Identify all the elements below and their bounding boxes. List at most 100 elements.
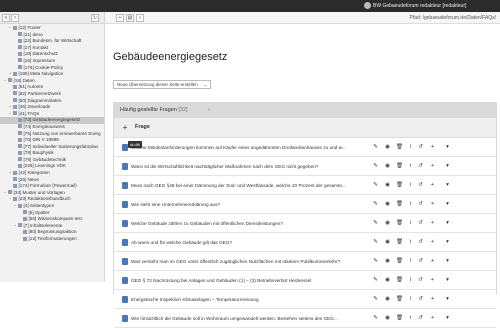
- info-icon[interactable]: i: [407, 277, 414, 284]
- info-icon[interactable]: i: [407, 258, 414, 265]
- add-record-icon[interactable]: +: [120, 123, 130, 133]
- tree-item[interactable]: [77] Individueller Sanierungsfahrplan: [0, 144, 104, 151]
- refresh-icon[interactable]: ↻: [91, 14, 99, 22]
- history-icon[interactable]: ↺: [417, 315, 424, 322]
- info-icon[interactable]: i: [407, 163, 414, 170]
- tree-item[interactable]: [5] Spalter: [0, 210, 104, 217]
- add-icon[interactable]: +: [429, 315, 436, 322]
- history-icon[interactable]: ↺: [417, 144, 424, 151]
- tree-item[interactable]: [174] Formulare (Powermail): [0, 183, 104, 190]
- info-icon[interactable]: i: [407, 182, 414, 189]
- question-text[interactable]: Wie hinsichtlich die Gebäude soll in Woh…: [131, 315, 361, 322]
- record-icon[interactable]: [122, 258, 128, 265]
- question-text[interactable]: Was versteht man im GEG unter öffentlich…: [131, 258, 361, 265]
- tree-item[interactable]: − [12] Footer: [0, 25, 104, 32]
- user-avatar-icon[interactable]: [364, 2, 371, 9]
- table-row[interactable]: Wie sieht eine Unternehmererklärung aus?…: [114, 195, 496, 214]
- history-icon[interactable]: ↺: [417, 296, 424, 303]
- delete-icon[interactable]: 🗑: [396, 182, 403, 189]
- history-icon[interactable]: ↺: [417, 220, 424, 227]
- more-icon[interactable]: ▾: [444, 163, 451, 170]
- edit-icon[interactable]: ✎: [372, 182, 379, 189]
- table-row[interactable]: Ab wann und für welche Gebäude gilt das …: [114, 233, 496, 252]
- edit-icon[interactable]: ✎: [372, 220, 379, 227]
- record-icon[interactable]: [122, 315, 128, 322]
- hide-icon[interactable]: ◉: [384, 239, 391, 246]
- table-row[interactable]: Wann ist die Wirtschaftlichkeit nachträg…: [114, 157, 496, 176]
- delete-icon[interactable]: 🗑: [396, 296, 403, 303]
- history-icon[interactable]: ↺: [417, 163, 424, 170]
- more-icon[interactable]: ▾: [444, 239, 451, 246]
- tree-item[interactable]: [17] Kontakt: [0, 45, 104, 52]
- delete-icon[interactable]: 🗑: [396, 277, 403, 284]
- delete-icon[interactable]: 🗑: [396, 239, 403, 246]
- user-label[interactable]: BW Gebaeudeforum redakteur [redakteur]: [373, 3, 466, 9]
- tree-item[interactable]: [78] Bauphysik: [0, 150, 104, 157]
- tree-item[interactable]: − [7] Inhaltselemente: [0, 223, 104, 230]
- record-list-header[interactable]: Häufig gestellte Fragen [32] ›: [114, 103, 496, 118]
- info-icon[interactable]: i: [407, 296, 414, 303]
- question-text[interactable]: Ab wann und für welche Gebäude gilt das …: [131, 239, 361, 246]
- hide-icon[interactable]: ◉: [384, 315, 391, 322]
- question-text[interactable]: Welche Gebäude zählen zu Gebäuden mit öf…: [131, 220, 361, 227]
- record-icon[interactable]: [122, 277, 128, 284]
- question-text[interactable]: Muss nach GEG §48 bei einer Dämmung der …: [131, 182, 361, 189]
- edit-icon[interactable]: ✎: [372, 277, 379, 284]
- more-icon[interactable]: ▾: [444, 201, 451, 208]
- more-icon[interactable]: ▾: [444, 182, 451, 189]
- record-icon[interactable]: [122, 296, 128, 303]
- question-text[interactable]: Wann ist die Wirtschaftlichkeit nachträg…: [131, 163, 361, 170]
- question-text[interactable]: GEG § 72 Nachrüstung bei Anlagen und Geb…: [131, 277, 361, 284]
- edit-icon[interactable]: ✎: [372, 144, 379, 151]
- add-icon[interactable]: +: [429, 163, 436, 170]
- tree-item[interactable]: − [19] Daten: [0, 78, 104, 85]
- tree-item[interactable]: + [189] Meta Navigation: [0, 71, 104, 78]
- info-icon[interactable]: i: [407, 315, 414, 322]
- more-icon[interactable]: ▾: [444, 144, 451, 151]
- info-icon[interactable]: i: [407, 201, 414, 208]
- record-icon[interactable]: [122, 182, 128, 189]
- hide-icon[interactable]: ◉: [384, 258, 391, 265]
- add-icon[interactable]: +: [429, 239, 436, 246]
- table-row[interactable]: Muss nach GEG §48 bei einer Dämmung der …: [114, 176, 496, 195]
- history-icon[interactable]: ↺: [417, 201, 424, 208]
- add-icon[interactable]: +: [429, 296, 436, 303]
- hide-icon[interactable]: ◉: [384, 144, 391, 151]
- tree-item[interactable]: − [23] Redaktionshandbuch: [0, 196, 104, 203]
- history-icon[interactable]: ↺: [417, 182, 424, 189]
- hide-icon[interactable]: ◉: [384, 163, 391, 170]
- filter-icon[interactable]: ≡: [2, 14, 10, 22]
- more-icon[interactable]: ▾: [444, 220, 451, 227]
- history-icon[interactable]: ↺: [417, 239, 424, 246]
- tree-item[interactable]: [79] Gebäudetechnik: [0, 157, 104, 164]
- tree-item[interactable]: [74] Energieausweis: [0, 124, 104, 131]
- more-icon[interactable]: ▾: [444, 258, 451, 265]
- delete-icon[interactable]: 🗑: [396, 315, 403, 322]
- tree-item[interactable]: [21] dena: [0, 32, 104, 39]
- tree-item[interactable]: [76] DIN V 18599: [0, 137, 104, 144]
- collapse-icon[interactable]: ▿: [11, 14, 19, 22]
- hide-icon[interactable]: ◉: [384, 296, 391, 303]
- add-content-icon[interactable]: +: [116, 14, 124, 22]
- edit-icon[interactable]: ✎: [372, 201, 379, 208]
- delete-icon[interactable]: 🗑: [396, 258, 403, 265]
- edit-icon[interactable]: ✎: [372, 296, 379, 303]
- tree-item[interactable]: [56] Wissenskompass test: [0, 216, 104, 223]
- tree-item[interactable]: − [41] FAQs: [0, 111, 104, 118]
- add-icon[interactable]: +: [429, 201, 436, 208]
- hide-icon[interactable]: ◉: [384, 201, 391, 208]
- tree-item[interactable]: [26] News: [0, 177, 104, 184]
- add-icon[interactable]: +: [429, 182, 436, 189]
- delete-icon[interactable]: 🗑: [396, 144, 403, 151]
- tree-item[interactable]: − [34] Muster und Vorlagen: [0, 190, 104, 197]
- tree-item[interactable]: + [42] Kategorien: [0, 170, 104, 177]
- tree-item[interactable]: [228] Learnings VDK: [0, 163, 104, 170]
- tree-item[interactable]: [81] Autoren: [0, 84, 104, 91]
- more-icon[interactable]: ▾: [444, 315, 451, 322]
- tree-item[interactable]: [13] Textformatierungen: [0, 236, 104, 243]
- info-icon[interactable]: i: [407, 144, 414, 151]
- record-icon[interactable]: [122, 239, 128, 246]
- hide-icon[interactable]: ◉: [384, 277, 391, 284]
- tree-item[interactable]: [18] Datenschutz: [0, 51, 104, 58]
- question-text[interactable]: Energetische Inspektion Klimaanlagen – T…: [131, 296, 361, 303]
